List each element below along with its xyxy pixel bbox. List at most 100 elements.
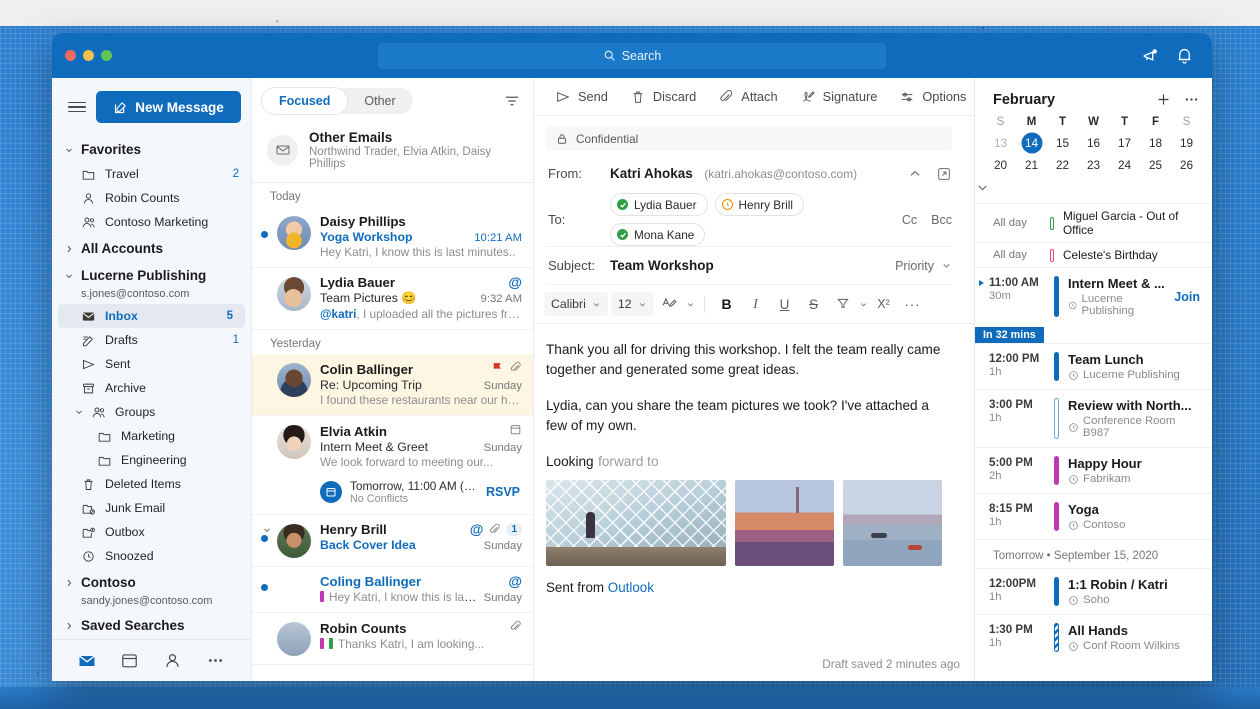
calendar-day[interactable]: 24 [1109, 154, 1140, 176]
calendar-day[interactable]: 23 [1078, 154, 1109, 176]
agenda-event[interactable]: 8:15 PM1hYogaContoso [975, 493, 1212, 539]
calendar-day[interactable]: 26 [1171, 154, 1202, 176]
subject-row[interactable]: Subject: Team Workshop Priority [546, 247, 952, 285]
calendar-day[interactable]: 15 [1047, 132, 1078, 154]
chevron-up-icon[interactable] [907, 166, 923, 182]
sidebar-tree[interactable]: FavoritesTravel2Robin CountsContoso Mark… [52, 135, 251, 639]
sidebar-item-robin-counts[interactable]: Robin Counts [52, 186, 251, 210]
thread-expand-chevron-icon[interactable] [262, 525, 272, 535]
agenda-event[interactable]: 5:00 PM2hHappy HourFabrikam [975, 447, 1212, 493]
message-list-item[interactable]: Daisy PhillipsYoga Workshop10:21 AMHey K… [252, 207, 533, 268]
cc-button[interactable]: Cc [902, 213, 917, 227]
agenda-event[interactable]: 3:00 PM1hReview with North...Conference … [975, 389, 1212, 447]
attach-button[interactable]: Attach [709, 84, 786, 110]
popout-icon[interactable] [936, 166, 952, 182]
highlight-chevron-icon[interactable] [859, 300, 868, 309]
filter-icon[interactable] [503, 92, 521, 110]
signature-button[interactable]: Signature [791, 84, 887, 110]
all-day-event[interactable]: All dayMiguel Garcia - Out of Office [975, 203, 1212, 242]
focused-other-pivots[interactable]: FocusedOther [262, 88, 413, 114]
message-list-item[interactable]: Lydia Bauer@Team Pictures 😊9:32 AM@katri… [252, 268, 533, 330]
add-event-icon[interactable] [1155, 91, 1172, 108]
sidebar-item-outbox[interactable]: Outbox [52, 520, 251, 544]
hamburger-menu-icon[interactable] [68, 102, 86, 113]
priority-dropdown[interactable]: Priority [895, 259, 952, 273]
calendar-weeks[interactable]: 1314151617181920212223242526 [975, 132, 1212, 176]
all-day-event[interactable]: All dayCeleste's Birthday [975, 242, 1212, 267]
message-list-items[interactable]: TodayDaisy PhillipsYoga Workshop10:21 AM… [252, 183, 533, 665]
sidebar-item-sent[interactable]: Sent [52, 352, 251, 376]
recipient-chip[interactable]: Mona Kane [610, 223, 705, 246]
underline-button[interactable]: U [772, 292, 798, 316]
calendar-day[interactable]: 18 [1140, 132, 1171, 154]
sidebar-item-junk-email[interactable]: Junk Email [52, 496, 251, 520]
highlighter-icon[interactable] [830, 292, 856, 316]
calendar-day[interactable]: 16 [1078, 132, 1109, 154]
formatting-more-button[interactable]: ··· [900, 292, 926, 316]
join-meeting-button[interactable]: Join [1174, 290, 1204, 304]
sidebar-item-drafts[interactable]: Drafts1 [52, 328, 251, 352]
notifications-bell-icon[interactable] [1175, 46, 1195, 66]
calendar-day[interactable]: 20 [985, 154, 1016, 176]
river-with-boats-photo[interactable] [843, 480, 942, 566]
sidebar-item-groups[interactable]: Groups [52, 400, 251, 424]
close-button[interactable] [65, 50, 76, 61]
sidebar-item-travel[interactable]: Travel2 [52, 162, 251, 186]
maximize-button[interactable] [101, 50, 112, 61]
agenda-event[interactable]: 12:00 PM1hTeam LunchLucerne Publishing [975, 343, 1212, 389]
discard-button[interactable]: Discard [621, 84, 705, 110]
sidebar-group-saved-searches[interactable]: Saved Searches [52, 611, 251, 638]
minimize-button[interactable] [83, 50, 94, 61]
calendar-nav-icon[interactable] [120, 651, 140, 671]
rsvp-button[interactable]: RSVP [486, 485, 520, 499]
sidebar-item-deleted-items[interactable]: Deleted Items [52, 472, 251, 496]
sidebar-item-engineering[interactable]: Engineering [52, 448, 251, 472]
glass-lattice-architecture-photo[interactable] [546, 480, 726, 566]
new-message-button[interactable]: New Message [96, 91, 241, 123]
sidebar-item-inbox[interactable]: Inbox5 [58, 304, 245, 328]
search-input[interactable]: Search [378, 43, 886, 69]
font-family-dropdown[interactable]: Calibri [544, 292, 608, 316]
sidebar-item-snoozed[interactable]: Snoozed [52, 544, 251, 568]
share-announce-icon[interactable] [1141, 46, 1161, 66]
flag-icon[interactable] [491, 361, 504, 374]
calendar-day[interactable]: 17 [1109, 132, 1140, 154]
message-body-editor[interactable]: Thank you all for driving this workshop.… [534, 324, 974, 648]
italic-button[interactable]: I [743, 292, 769, 316]
pivot-focused[interactable]: Focused [262, 88, 347, 114]
calendar-expand-chevron[interactable] [975, 176, 1212, 203]
strikethrough-button[interactable]: S [801, 292, 827, 316]
message-list-item[interactable]: Henry Brill@1Back Cover IdeaSunday [252, 515, 533, 567]
agenda-event[interactable]: 11:00 AM30mIntern Meet & ...Lucerne Publ… [975, 267, 1212, 325]
bold-button[interactable]: B [714, 292, 740, 316]
font-size-dropdown[interactable]: 12 [611, 292, 654, 316]
message-list-item[interactable]: Coling Ballinger@Hey Katri, I know this … [252, 567, 533, 613]
bcc-button[interactable]: Bcc [931, 213, 952, 227]
sidebar-item-archive[interactable]: Archive [52, 376, 251, 400]
calendar-day[interactable]: 25 [1140, 154, 1171, 176]
superscript-button[interactable]: X² [871, 292, 897, 316]
sidebar-item-contoso-marketing[interactable]: Contoso Marketing [52, 210, 251, 234]
agenda-list[interactable]: All dayMiguel Garcia - Out of OfficeAll … [975, 203, 1212, 681]
font-color-icon[interactable] [657, 292, 683, 316]
agenda-event[interactable]: 1:30 PM1hAll HandsConf Room Wilkins [975, 614, 1212, 660]
calendar-day[interactable]: 22 [1047, 154, 1078, 176]
more-icon[interactable] [1183, 91, 1200, 108]
calendar-day-today[interactable]: 14 [1016, 132, 1047, 154]
calendar-day[interactable]: 21 [1016, 154, 1047, 176]
sidebar-group-contoso[interactable]: Contoso [52, 568, 251, 595]
pivot-other[interactable]: Other [347, 88, 412, 114]
other-emails-row[interactable]: Other Emails Northwind Trader, Elvia Atk… [252, 122, 533, 183]
send-button[interactable]: Send [546, 84, 617, 110]
sidebar-item-marketing[interactable]: Marketing [52, 424, 251, 448]
agenda-event[interactable]: 12:00PM1h1:1 Robin / KatriSoho [975, 568, 1212, 614]
meeting-invite-row[interactable]: Tomorrow, 11:00 AM (3...No ConflictsRSVP [320, 476, 522, 506]
recipient-chip[interactable]: Henry Brill [715, 193, 804, 216]
sensitivity-banner[interactable]: Confidential [546, 126, 952, 151]
sidebar-group-favorites[interactable]: Favorites [52, 135, 251, 162]
message-list-item[interactable]: Elvia AtkinIntern Meet & GreetSundayWe l… [252, 416, 533, 515]
outlook-link[interactable]: Outlook [608, 580, 654, 595]
window-controls[interactable] [52, 50, 112, 61]
sidebar-group-lucerne-publishing[interactable]: Lucerne Publishing [52, 261, 251, 288]
more-nav-icon[interactable] [206, 651, 226, 671]
